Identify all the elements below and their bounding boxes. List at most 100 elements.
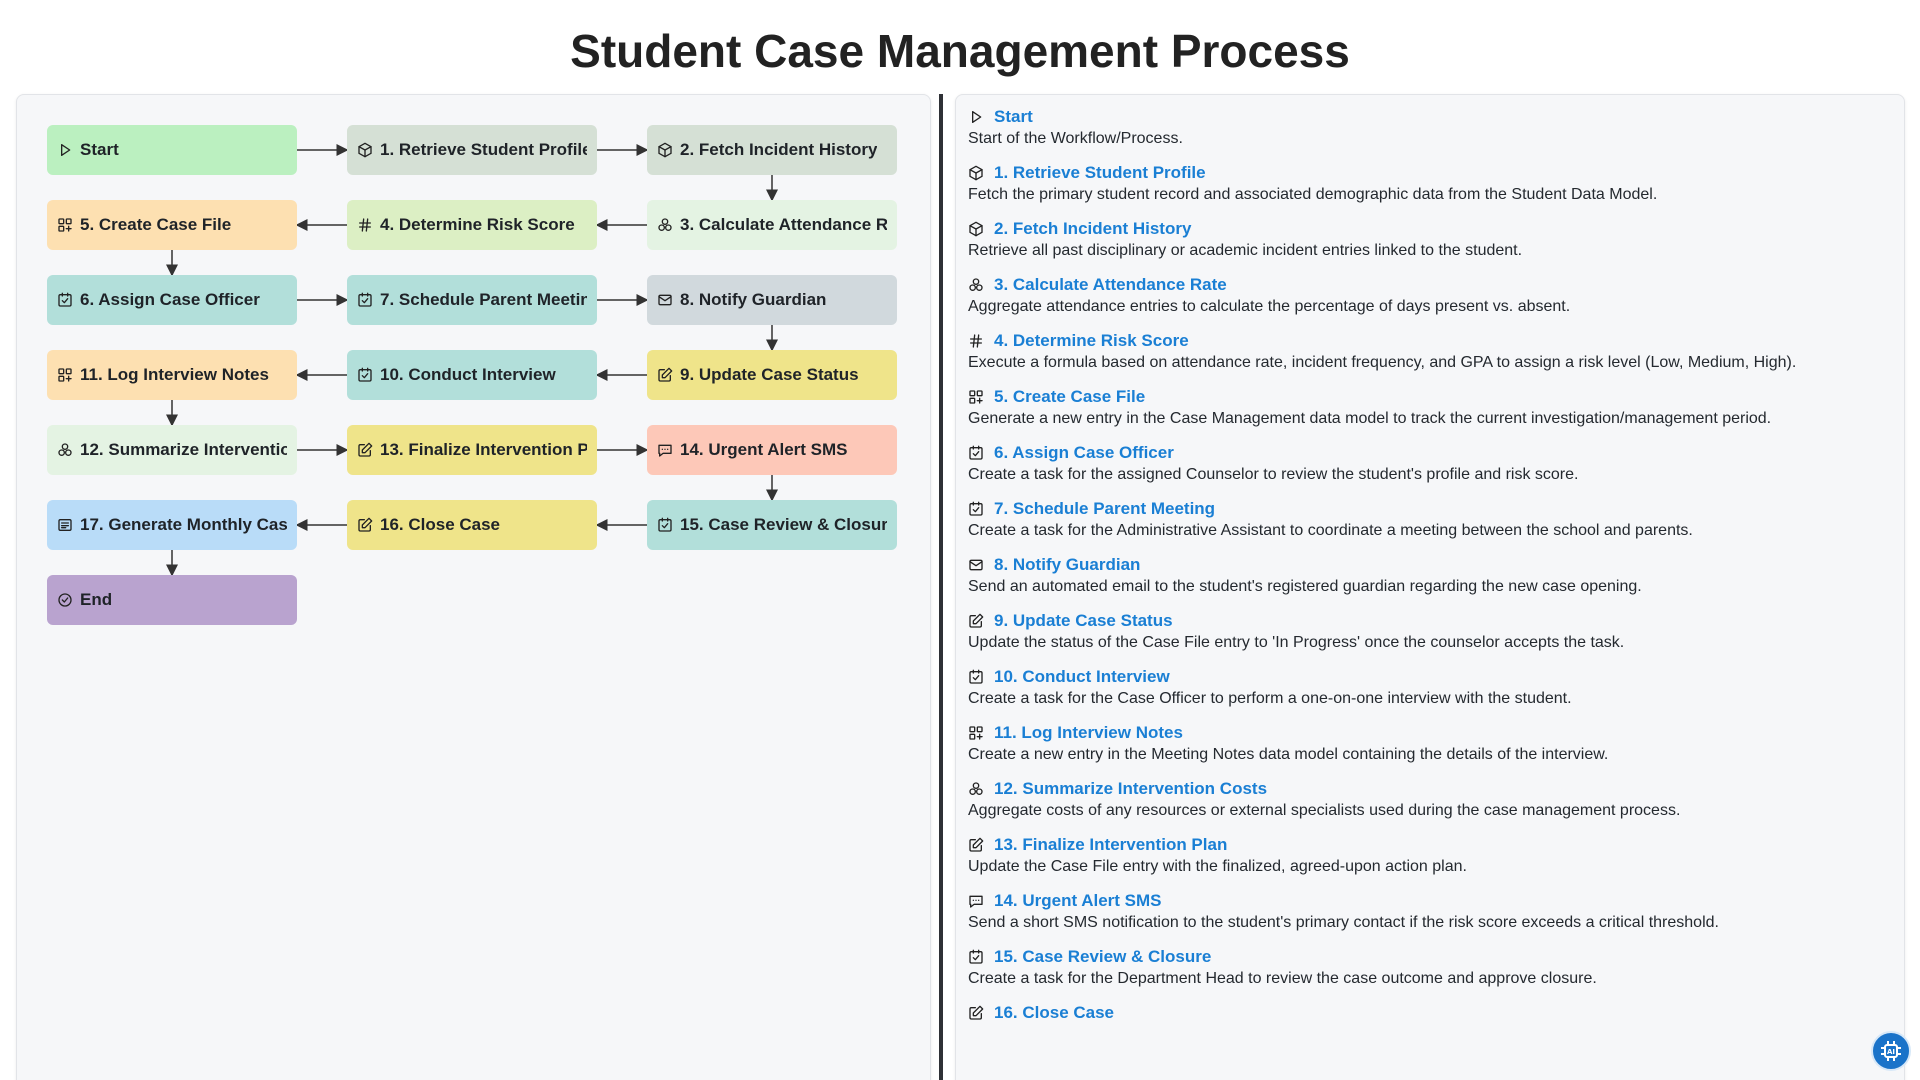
step-detail-item: 14. Urgent Alert SMS Send a short SMS not… — [968, 891, 1892, 933]
step-detail-title-link[interactable]: 15. Case Review & Closure — [994, 947, 1211, 967]
step-detail-title-link[interactable]: 5. Create Case File — [994, 387, 1145, 407]
flow-node-n3[interactable]: 3. Calculate Attendance Ra — [647, 200, 897, 250]
step-detail-title-link[interactable]: 7. Schedule Parent Meeting — [994, 499, 1215, 519]
page-title: Student Case Management Process — [570, 25, 1350, 77]
step-detail-description: Update the status of the Case File entry… — [968, 634, 1625, 651]
svg-text:AI: AI — [1887, 1048, 1895, 1056]
step-detail-header: 2. Fetch Incident History — [968, 219, 1892, 239]
step-detail-title-link[interactable]: 11. Log Interview Notes — [994, 723, 1183, 743]
step-detail-title-link[interactable]: 1. Retrieve Student Profile — [994, 163, 1206, 183]
step-detail-item: 5. Create Case File Generate a new entry … — [968, 387, 1892, 429]
step-detail-item: 2. Fetch Incident History Retrieve all pa… — [968, 219, 1892, 261]
step-detail-item: 11. Log Interview Notes Create a new entr… — [968, 723, 1892, 765]
flow-node-n8[interactable]: 8. Notify Guardian — [647, 275, 897, 325]
step-detail-item: 7. Schedule Parent Meeting Create a task … — [968, 499, 1892, 541]
flow-node-n12[interactable]: 12. Summarize Intervention — [47, 425, 297, 475]
flow-node-n4[interactable]: 4. Determine Risk Score — [347, 200, 597, 250]
step-detail-description: Retrieve all past disciplinary or academ… — [968, 242, 1523, 259]
step-detail-header: 7. Schedule Parent Meeting — [968, 499, 1892, 519]
flow-node-n9[interactable]: 9. Update Case Status — [647, 350, 897, 400]
aggregate-icon — [968, 781, 984, 797]
step-detail-description: Send an automated email to the student's… — [968, 578, 1642, 595]
step-detail-header: Start — [968, 107, 1892, 127]
flow-node-label: 1. Retrieve Student Profile — [380, 140, 587, 159]
flow-node-label: 11. Log Interview Notes — [80, 365, 269, 384]
step-detail-item: Start Start of the Workflow/Process. — [968, 107, 1892, 149]
step-detail-header: 16. Close Case — [968, 1003, 1892, 1023]
flow-node-n15[interactable]: 15. Case Review & Closure — [647, 500, 897, 550]
step-detail-description: Create a task for the assigned Counselor… — [968, 466, 1579, 483]
step-detail-item: 8. Notify Guardian Send an automated emai… — [968, 555, 1892, 597]
step-detail-title-link[interactable]: 3. Calculate Attendance Rate — [994, 275, 1227, 295]
ai-assistant-button[interactable]: AI — [1871, 1031, 1911, 1071]
step-detail-title-link[interactable]: 14. Urgent Alert SMS — [994, 891, 1162, 911]
flow-node-label: 4. Determine Risk Score — [380, 215, 575, 234]
flow-node-label: 15. Case Review & Closure — [680, 515, 887, 534]
step-detail-description: Create a task for the Department Head to… — [968, 970, 1597, 987]
flow-node-start[interactable]: Start — [47, 125, 297, 175]
flow-node-n1[interactable]: 1. Retrieve Student Profile — [347, 125, 597, 175]
step-detail-header: 14. Urgent Alert SMS — [968, 891, 1892, 911]
step-detail-header: 11. Log Interview Notes — [968, 723, 1892, 743]
aggregate-icon — [968, 277, 984, 293]
step-detail-header: 12. Summarize Intervention Costs — [968, 779, 1892, 799]
step-detail-description: Send a short SMS notification to the stu… — [968, 914, 1719, 931]
create-entry-icon — [968, 389, 984, 405]
step-detail-item: 4. Determine Risk Score Execute a formula… — [968, 331, 1892, 373]
task-icon — [968, 669, 984, 685]
step-detail-header: 1. Retrieve Student Profile — [968, 163, 1892, 183]
flow-node-n14[interactable]: 14. Urgent Alert SMS — [647, 425, 897, 475]
step-detail-title-link[interactable]: 16. Close Case — [994, 1003, 1114, 1023]
edit-icon — [968, 613, 984, 629]
step-details-list: Start Start of the Workflow/Process. 1. Re… — [968, 107, 1892, 1023]
flow-node-n13[interactable]: 13. Finalize Intervention Pla — [347, 425, 597, 475]
step-detail-title-link[interactable]: Start — [994, 107, 1033, 127]
step-detail-description: Aggregate costs of any resources or exte… — [968, 802, 1681, 819]
flow-node-n16[interactable]: 16. Close Case — [347, 500, 597, 550]
flow-node-n2[interactable]: 2. Fetch Incident History — [647, 125, 897, 175]
edit-icon — [968, 1005, 984, 1021]
step-detail-header: 8. Notify Guardian — [968, 555, 1892, 575]
step-detail-header: 15. Case Review & Closure — [968, 947, 1892, 967]
step-detail-description: Generate a new entry in the Case Managem… — [968, 410, 1772, 427]
flow-node-label: 12. Summarize Intervention — [80, 440, 287, 459]
report-icon — [57, 517, 73, 533]
task-icon — [657, 517, 673, 533]
cube-icon — [968, 165, 984, 181]
step-detail-title-link[interactable]: 12. Summarize Intervention Costs — [994, 779, 1267, 799]
flow-node-n5[interactable]: 5. Create Case File — [47, 200, 297, 250]
task-icon — [968, 445, 984, 461]
step-details-panel[interactable]: Start Start of the Workflow/Process. 1. Re… — [955, 94, 1905, 1080]
step-detail-description: Aggregate attendance entries to calculat… — [968, 298, 1571, 315]
flow-node-n17[interactable]: 17. Generate Monthly Case — [47, 500, 297, 550]
step-detail-title-link[interactable]: 8. Notify Guardian — [994, 555, 1140, 575]
flow-node-n11[interactable]: 11. Log Interview Notes — [47, 350, 297, 400]
step-detail-description: Create a task for the Case Officer to pe… — [968, 690, 1572, 707]
step-detail-item: 12. Summarize Intervention Costs Aggregat… — [968, 779, 1892, 821]
aggregate-icon — [57, 442, 73, 458]
step-detail-title-link[interactable]: 2. Fetch Incident History — [994, 219, 1191, 239]
flow-node-label: 2. Fetch Incident History — [680, 140, 878, 159]
flow-node-label: 17. Generate Monthly Case — [80, 515, 287, 534]
step-detail-description: Create a task for the Administrative Ass… — [968, 522, 1693, 539]
flow-node-label: End — [80, 590, 113, 609]
step-detail-title-link[interactable]: 4. Determine Risk Score — [994, 331, 1189, 351]
flow-node-n6[interactable]: 6. Assign Case Officer — [47, 275, 297, 325]
aggregate-icon — [657, 217, 673, 233]
step-detail-title-link[interactable]: 13. Finalize Intervention Plan — [994, 835, 1227, 855]
panel-divider[interactable] — [939, 94, 943, 1080]
create-entry-icon — [57, 367, 73, 383]
flow-node-n10[interactable]: 10. Conduct Interview — [347, 350, 597, 400]
step-detail-header: 5. Create Case File — [968, 387, 1892, 407]
flow-node-n7[interactable]: 7. Schedule Parent Meeting — [347, 275, 597, 325]
step-detail-header: 9. Update Case Status — [968, 611, 1892, 631]
edit-icon — [357, 517, 373, 533]
ai-chip-icon: AI — [1879, 1039, 1903, 1063]
step-detail-title-link[interactable]: 10. Conduct Interview — [994, 667, 1170, 687]
flow-node-end[interactable]: End — [47, 575, 297, 625]
step-detail-title-link[interactable]: 9. Update Case Status — [994, 611, 1173, 631]
step-detail-item: 6. Assign Case Officer Create a task for … — [968, 443, 1892, 485]
task-icon — [968, 949, 984, 965]
step-detail-title-link[interactable]: 6. Assign Case Officer — [994, 443, 1174, 463]
flow-node-label: 8. Notify Guardian — [680, 290, 827, 309]
